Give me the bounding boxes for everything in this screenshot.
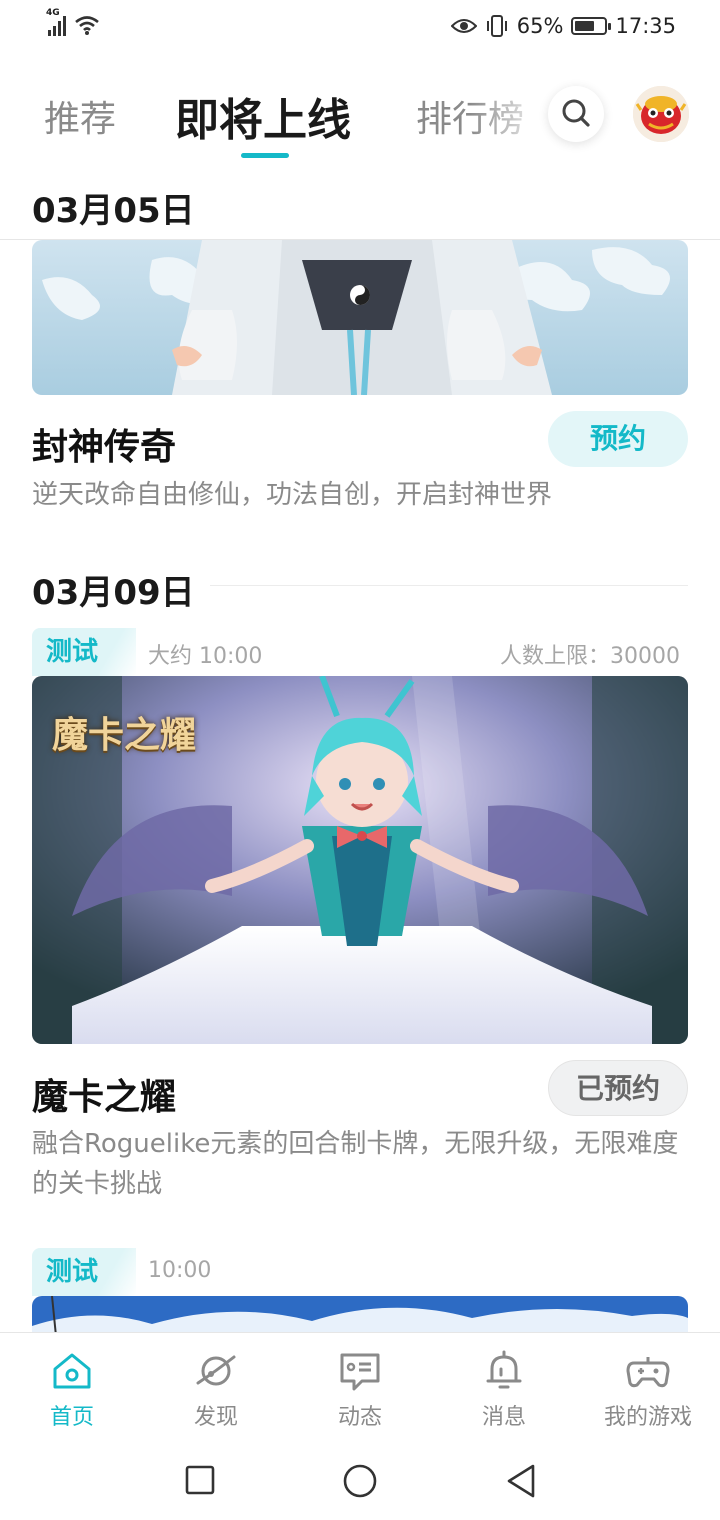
date-heading: 03月09日 [32,573,195,613]
tab-recommend[interactable]: 推荐 [44,90,116,142]
nav-messages[interactable]: 消息 [444,1349,564,1431]
sky-banner-illustration [32,1296,688,1332]
planet-icon [196,1355,236,1386]
fengshen-banner-illustration [32,240,688,395]
square-icon[interactable] [184,1464,216,1496]
nav-home[interactable]: 首页 [12,1349,132,1431]
top-tab-bar: 推荐 即将上线 排行榜 [0,60,720,170]
reserved-button[interactable]: 已预约 [548,1060,688,1116]
game-meta-row: 测试 大约 10:00 人数上限：30000 [32,628,688,676]
date-heading: 03月05日 [32,191,195,231]
lion-dance-avatar-icon [633,86,689,142]
back-triangle-icon[interactable] [504,1463,538,1499]
sticky-date-header: 03月05日 [0,170,720,240]
battery-icon [571,17,612,35]
vibrate-icon [486,15,507,37]
game-title[interactable]: 魔卡之耀 [32,1068,176,1120]
divider-line [210,585,688,586]
bell-icon [486,1350,522,1389]
launch-time: 10:00 [148,1258,212,1283]
game-description: 逆天改命自由修仙，功法自创，开启封神世界 [32,480,553,510]
signal-icon: 4G [46,8,66,36]
battery-percent: 65% [516,14,564,38]
status-bar: 4G 65% 17:35 [0,0,720,58]
search-button[interactable] [548,86,604,142]
avatar[interactable] [633,86,689,142]
upcoming-list[interactable]: 封神传奇 预约 逆天改命自由修仙，功法自创，开启封神世界 03月09日 测试 大… [0,240,720,1332]
search-icon [562,99,590,127]
nav-feed[interactable]: 动态 [300,1349,420,1431]
test-tag: 测试 [32,1248,136,1296]
active-tab-indicator [241,153,289,158]
chat-card-icon [340,1353,380,1391]
test-tag: 测试 [32,628,136,676]
status-left: 4G [46,8,100,36]
nav-discover[interactable]: 发现 [156,1349,276,1431]
tab-fade-overlay [470,80,550,150]
eye-comfort-icon [450,19,477,33]
gamepad-icon [626,1357,670,1388]
date-divider: 03月09日 [32,565,688,613]
circle-icon[interactable] [342,1463,378,1499]
bottom-nav: 首页 发现 动态 消息 我的游戏 [0,1332,720,1444]
game-banner-third[interactable] [32,1296,688,1332]
reserve-button[interactable]: 预约 [548,411,688,467]
wifi-icon [75,16,99,35]
game-banner-moka[interactable]: 魔卡之耀 [32,676,688,1044]
system-navigation-bar [0,1444,720,1520]
player-limit: 人数上限：30000 [500,644,680,669]
clock: 17:35 [615,14,676,38]
tab-upcoming[interactable]: 即将上线 [175,84,351,148]
game-description: 融合Roguelike元素的回合制卡牌，无限升级，无限难度的关卡挑战 [32,1129,679,1199]
nav-my-games[interactable]: 我的游戏 [588,1349,708,1431]
launch-time: 大约 10:00 [148,644,263,669]
game-meta-row: 测试 10:00 [32,1248,688,1296]
game-title[interactable]: 封神传奇 [32,418,176,470]
status-right: 65% 17:35 [450,14,676,38]
game-banner-fengshen[interactable] [32,240,688,395]
home-icon [53,1353,91,1389]
moka-logo-text: 魔卡之耀 [52,714,197,756]
